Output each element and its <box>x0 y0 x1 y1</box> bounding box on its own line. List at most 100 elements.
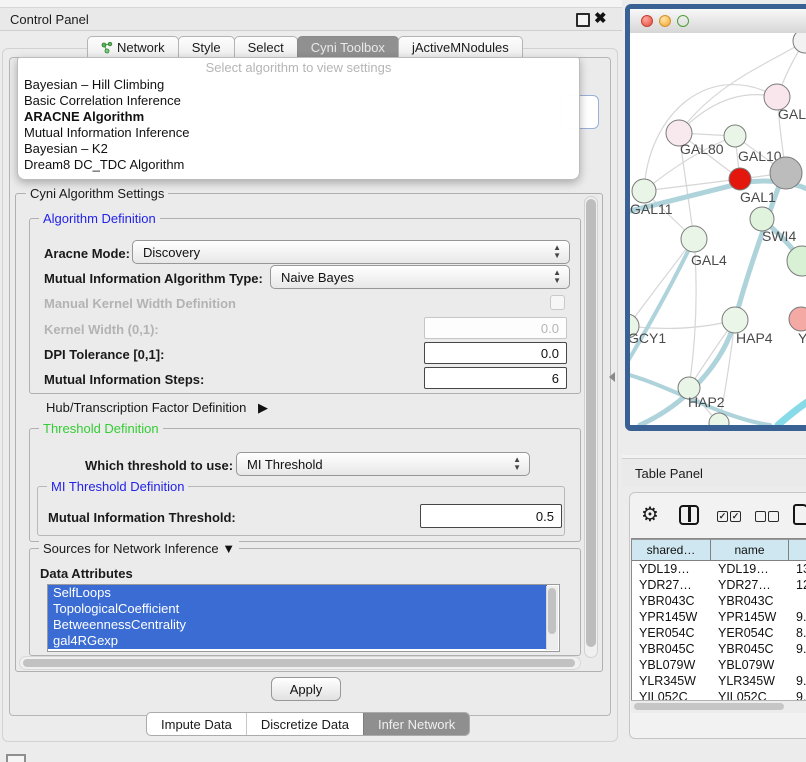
tab-cyni-toolbox[interactable]: Cyni Toolbox <box>297 36 399 58</box>
minimize-traffic-light-icon[interactable] <box>659 15 671 27</box>
tab-jactivemnodules[interactable]: jActiveMNodules <box>398 36 523 58</box>
combobox-stepper-icon[interactable]: ▲▼ <box>553 269 561 285</box>
zoom-traffic-light-icon[interactable] <box>677 15 689 27</box>
dpi-tolerance-field[interactable]: 0.0 <box>424 342 567 364</box>
algorithm-dropdown-item[interactable]: Basic Correlation Inference <box>18 93 579 109</box>
algorithm-dropdown-item[interactable]: Bayesian – Hill Climbing <box>18 77 579 93</box>
node-salmon[interactable] <box>789 307 806 331</box>
table-hscrollbar-thumb[interactable] <box>634 703 784 710</box>
algorithm-dropdown-item[interactable]: Bayesian – K2 <box>18 141 579 157</box>
data-attribute-item-selected[interactable]: gal4RGexp <box>48 633 547 649</box>
table-cell: YDR27… <box>711 577 789 593</box>
close-icon[interactable]: ✖ <box>594 9 607 27</box>
combobox-stepper-icon[interactable]: ▲▼ <box>553 244 561 260</box>
mi-threshold-field[interactable]: 0.5 <box>420 504 562 528</box>
sources-title[interactable]: Sources for Network Inference ▼ <box>39 541 239 556</box>
tab-style[interactable]: Style <box>178 36 235 58</box>
sources-title-text: Sources for Network Inference <box>43 541 219 556</box>
mi-steps-value: 6 <box>552 371 559 386</box>
unchecked-checkbox-icon[interactable] <box>755 511 766 522</box>
tab-select[interactable]: Select <box>234 36 298 58</box>
kernel-width-field[interactable]: 0.0 <box>424 317 567 339</box>
settings-vertical-scrollbar[interactable] <box>584 196 598 658</box>
data-attribute-item-selected[interactable]: SelfLoops <box>48 585 547 601</box>
mi-threshold-definition-title: MI Threshold Definition <box>47 479 188 494</box>
settings-hscrollbar-thumb[interactable] <box>23 659 575 667</box>
node-biggreen[interactable] <box>787 246 806 276</box>
table-row[interactable]: YER054CYER054C8. <box>632 625 806 641</box>
table-cell: YDR27… <box>632 577 711 593</box>
data-attributes-label: Data Attributes <box>40 566 133 581</box>
column-header[interactable]: A <box>789 539 806 561</box>
node-gal10[interactable] <box>724 125 746 147</box>
control-panel-title: Control Panel <box>10 12 89 27</box>
settings-vscrollbar-thumb[interactable] <box>586 199 596 647</box>
data-attribute-item-selected[interactable]: BetweennessCentrality <box>48 617 547 633</box>
mi-steps-field[interactable]: 6 <box>424 367 567 389</box>
network-edge[interactable] <box>630 239 694 371</box>
settings-horizontal-scrollbar[interactable] <box>19 656 581 670</box>
bottom-tab-impute-data[interactable]: Impute Data <box>147 713 246 735</box>
bottom-tab-infer-network[interactable]: Infer Network <box>363 713 469 735</box>
data-attribute-item-selected[interactable]: TopologicalCoefficient <box>48 601 547 617</box>
table-row[interactable]: YDL19…YDL19…13 <box>632 561 806 577</box>
unchecked-checkbox-icon[interactable] <box>768 511 779 522</box>
aracne-mode-combobox[interactable]: Discovery ▲▼ <box>132 240 570 264</box>
network-window-titlebar[interactable] <box>630 9 806 34</box>
network-edge[interactable] <box>778 399 806 425</box>
algorithm-dropdown-item[interactable]: ARACNE Algorithm <box>18 109 579 125</box>
cyni-bottom-tabs: Impute DataDiscretize DataInfer Network <box>146 712 470 736</box>
table-row[interactable]: YLR345WYLR345W9. <box>632 673 806 689</box>
bottom-tab-discretize-data[interactable]: Discretize Data <box>246 713 363 735</box>
table-cell: 9. <box>789 673 806 689</box>
node-gal11[interactable] <box>632 179 656 203</box>
table-row[interactable]: YBR045CYBR045C9. <box>632 641 806 657</box>
expander-collapsed-icon[interactable]: ▶ <box>258 400 268 416</box>
gear-icon[interactable]: ⚙ <box>641 502 659 527</box>
node-top[interactable] <box>793 33 806 53</box>
tab-network[interactable]: Network <box>87 36 179 58</box>
splitter-collapse-icon[interactable] <box>609 372 615 382</box>
node-gal4[interactable] <box>681 226 707 252</box>
mi-algorithm-type-label: Mutual Information Algorithm Type: <box>44 271 263 286</box>
which-threshold-combobox[interactable]: MI Threshold ▲▼ <box>236 452 530 476</box>
document-icon[interactable] <box>793 504 806 525</box>
network-tab-icon <box>101 42 113 54</box>
application-window: Control Panel ✖ NetworkStyleSelectCyni T… <box>0 0 806 762</box>
checked-checkbox-icon[interactable]: ✓ <box>717 511 728 522</box>
node-gal1[interactable] <box>729 168 751 190</box>
checked-checkbox-icon[interactable]: ✓ <box>730 511 741 522</box>
algorithm-dropdown-item[interactable]: Dream8 DC_TDC Algorithm <box>18 157 579 173</box>
apply-button-label: Apply <box>290 682 323 697</box>
column-header[interactable]: shared… <box>632 539 711 561</box>
table-horizontal-scrollbar[interactable] <box>631 700 806 713</box>
table-row[interactable]: YBR043CYBR043C <box>632 593 806 609</box>
table-row[interactable]: YPR145WYPR145W9. <box>632 609 806 625</box>
node-gcy1-label: GCY1 <box>630 330 666 346</box>
column-header[interactable]: name <box>711 539 789 561</box>
expander-expanded-icon[interactable]: ▼ <box>222 541 235 556</box>
node-gray[interactable] <box>770 157 802 189</box>
mi-algorithm-type-combobox[interactable]: Naive Bayes ▲▼ <box>270 265 570 289</box>
data-attributes-list[interactable]: SelfLoopsTopologicalCoefficientBetweenne… <box>47 584 560 652</box>
manual-kernel-checkbox[interactable] <box>550 295 565 310</box>
node-gal7-label: GAL7 <box>778 106 806 122</box>
close-traffic-light-icon[interactable] <box>641 15 653 27</box>
which-threshold-value: MI Threshold <box>247 457 323 472</box>
list-scrollbar[interactable] <box>546 586 558 650</box>
algorithm-dropdown-item[interactable]: Mutual Information Inference <box>18 125 579 141</box>
list-scrollbar-thumb[interactable] <box>548 588 556 634</box>
table-cell: YDL19… <box>632 561 711 577</box>
node-gal4-label: GAL4 <box>691 252 727 268</box>
columns-icon[interactable] <box>679 505 699 525</box>
network-edge[interactable] <box>630 239 694 326</box>
collapsed-panel-chip[interactable] <box>6 754 26 762</box>
aracne-mode-label: Aracne Mode: <box>44 246 130 261</box>
table-row[interactable]: YBL079WYBL079W <box>632 657 806 673</box>
hub-definition-expander[interactable]: Hub/Transcription Factor Definition ▶ <box>46 400 268 416</box>
network-canvas[interactable]: GAL7GAL80GAL10GAL1GAL11SWI4GAL4GCY1HAP4Y… <box>630 33 806 425</box>
combobox-stepper-icon[interactable]: ▲▼ <box>513 456 521 472</box>
apply-button[interactable]: Apply <box>271 677 341 701</box>
float-window-icon[interactable] <box>576 13 590 27</box>
table-row[interactable]: YDR27…YDR27…12 <box>632 577 806 593</box>
